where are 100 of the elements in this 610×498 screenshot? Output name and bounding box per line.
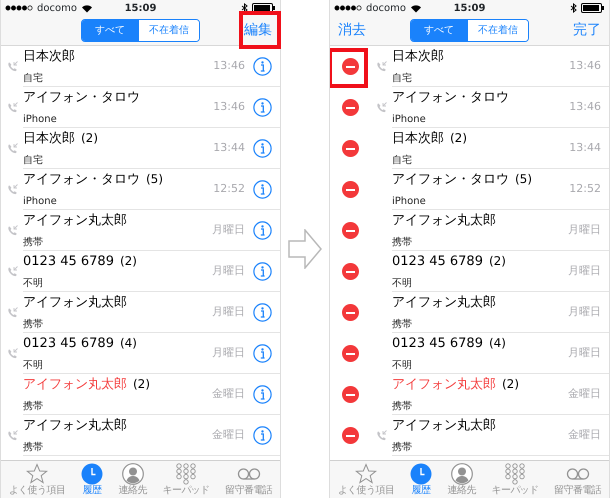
call-count: (2): [450, 131, 467, 146]
status-time: 15:09: [124, 2, 156, 16]
info-button[interactable]: [253, 98, 272, 116]
wifi-icon: [410, 4, 422, 12]
number-type: 不明: [23, 360, 43, 371]
call-time: 月曜日: [568, 344, 601, 361]
caller-name: アイフォン丸太郎: [23, 295, 127, 310]
delete-button[interactable]: [342, 386, 358, 403]
info-button[interactable]: [253, 384, 272, 404]
tab-bar-item[interactable]: 留守番電話: [546, 461, 609, 498]
number-type: iPhone: [23, 196, 57, 207]
call-time: 月曜日: [568, 222, 601, 238]
call-time: 金曜日: [568, 426, 601, 443]
call-time: 13:44: [213, 140, 245, 156]
call-time: 13:46: [569, 58, 601, 74]
segment-tab[interactable]: 不在着信: [467, 20, 528, 41]
caller-name: アイフォン・タロウ: [392, 172, 509, 188]
call-time: 金曜日: [212, 426, 245, 443]
tab-bar-item[interactable]: 留守番電話: [217, 461, 280, 498]
delete-button[interactable]: [342, 99, 358, 116]
caller-name: アイフォン丸太郎: [23, 377, 127, 392]
carrier-name: docomo: [366, 2, 406, 16]
done-button[interactable]: 完了: [571, 22, 603, 39]
call-time: 金曜日: [212, 386, 245, 402]
number-type: 携帯: [23, 401, 43, 412]
arrow-icon: [288, 229, 322, 269]
delete-button[interactable]: [342, 427, 358, 444]
caller-name: アイフォン丸太郎: [392, 213, 496, 228]
clear-button[interactable]: 消去: [336, 22, 368, 39]
call-time: 月曜日: [212, 344, 245, 361]
keypad-icon: [174, 463, 197, 485]
number-type: 不明: [392, 360, 412, 371]
caller-name: 0123 45 6789: [23, 254, 114, 270]
clock-icon: [80, 463, 103, 485]
caller-name: アイフォン丸太郎: [23, 213, 127, 228]
segment-tab[interactable]: 不在着信: [138, 20, 199, 41]
number-type: 不明: [392, 278, 412, 289]
info-button[interactable]: [253, 138, 272, 158]
number-type: 不明: [23, 278, 43, 289]
call-time: 月曜日: [568, 304, 601, 320]
call-time: 13:46: [213, 98, 245, 115]
tab-bar-item[interactable]: キーパッド: [154, 461, 218, 498]
signal-icon: [334, 4, 363, 12]
call-count: (2): [488, 254, 506, 268]
number-type: 携帯: [23, 319, 43, 330]
info-button[interactable]: [253, 56, 272, 76]
info-button[interactable]: [253, 344, 272, 362]
number-type: 携帯: [392, 442, 412, 453]
number-type: 自宅: [23, 73, 43, 84]
caller-name: アイフォン丸太郎: [392, 295, 496, 310]
tab-bar-item[interactable]: 連絡先: [440, 461, 484, 498]
caller-name: アイフォン・タロウ: [392, 90, 509, 106]
bluetooth-icon: [241, 3, 248, 13]
call-time: 13:46: [569, 98, 601, 115]
number-type: 自宅: [23, 155, 43, 166]
number-type: iPhone: [392, 196, 426, 207]
battery-icon: [252, 3, 276, 13]
delete-button[interactable]: [342, 140, 358, 157]
caller-name: アイフォン・タロウ: [23, 90, 140, 106]
caller-name: アイフォン丸太郎: [392, 377, 496, 392]
call-count: (2): [133, 377, 150, 392]
contact-icon: [122, 463, 144, 485]
call-time: 12:52: [569, 180, 601, 197]
info-button[interactable]: [253, 262, 272, 280]
delete-button[interactable]: [342, 181, 358, 198]
tab-bar-item[interactable]: 履歴: [73, 461, 111, 498]
segment-tab[interactable]: すべて: [411, 20, 467, 41]
call-time: 13:44: [569, 140, 601, 156]
star-icon: [355, 463, 378, 485]
number-type: 携帯: [392, 237, 412, 248]
caller-name: アイフォン丸太郎: [392, 418, 496, 434]
number-type: 携帯: [392, 319, 412, 330]
signal-icon: [5, 4, 34, 12]
caller-name: アイフォン丸太郎: [23, 418, 127, 434]
info-button[interactable]: [253, 180, 272, 198]
caller-name: 日本次郎: [392, 49, 444, 64]
call-count: (2): [120, 254, 137, 268]
star-icon: [26, 463, 48, 485]
tab-bar-item[interactable]: よく使う項目: [330, 461, 402, 498]
info-button[interactable]: [253, 220, 272, 240]
delete-button[interactable]: [342, 304, 358, 321]
tab-bar-item[interactable]: 連絡先: [110, 461, 155, 498]
info-button[interactable]: [253, 302, 272, 322]
tab-bar-item[interactable]: 履歴: [402, 461, 440, 498]
delete-button[interactable]: [342, 263, 358, 280]
wifi-icon: [80, 4, 93, 12]
delete-button[interactable]: [342, 222, 358, 239]
call-time: 金曜日: [568, 386, 601, 402]
edit-button[interactable]: 編集: [242, 22, 274, 39]
info-button[interactable]: [253, 426, 272, 444]
segment-tab[interactable]: すべて: [82, 20, 138, 41]
carrier-name: docomo: [37, 2, 77, 16]
call-time: 月曜日: [212, 304, 245, 320]
tab-bar-item[interactable]: よく使う項目: [1, 461, 74, 498]
keypad-icon: [504, 463, 526, 485]
number-type: 携帯: [23, 237, 43, 248]
caller-name: 日本次郎: [23, 49, 75, 64]
delete-button[interactable]: [342, 345, 358, 362]
delete-button[interactable]: [342, 58, 358, 75]
tab-bar-item[interactable]: キーパッド: [484, 461, 546, 498]
